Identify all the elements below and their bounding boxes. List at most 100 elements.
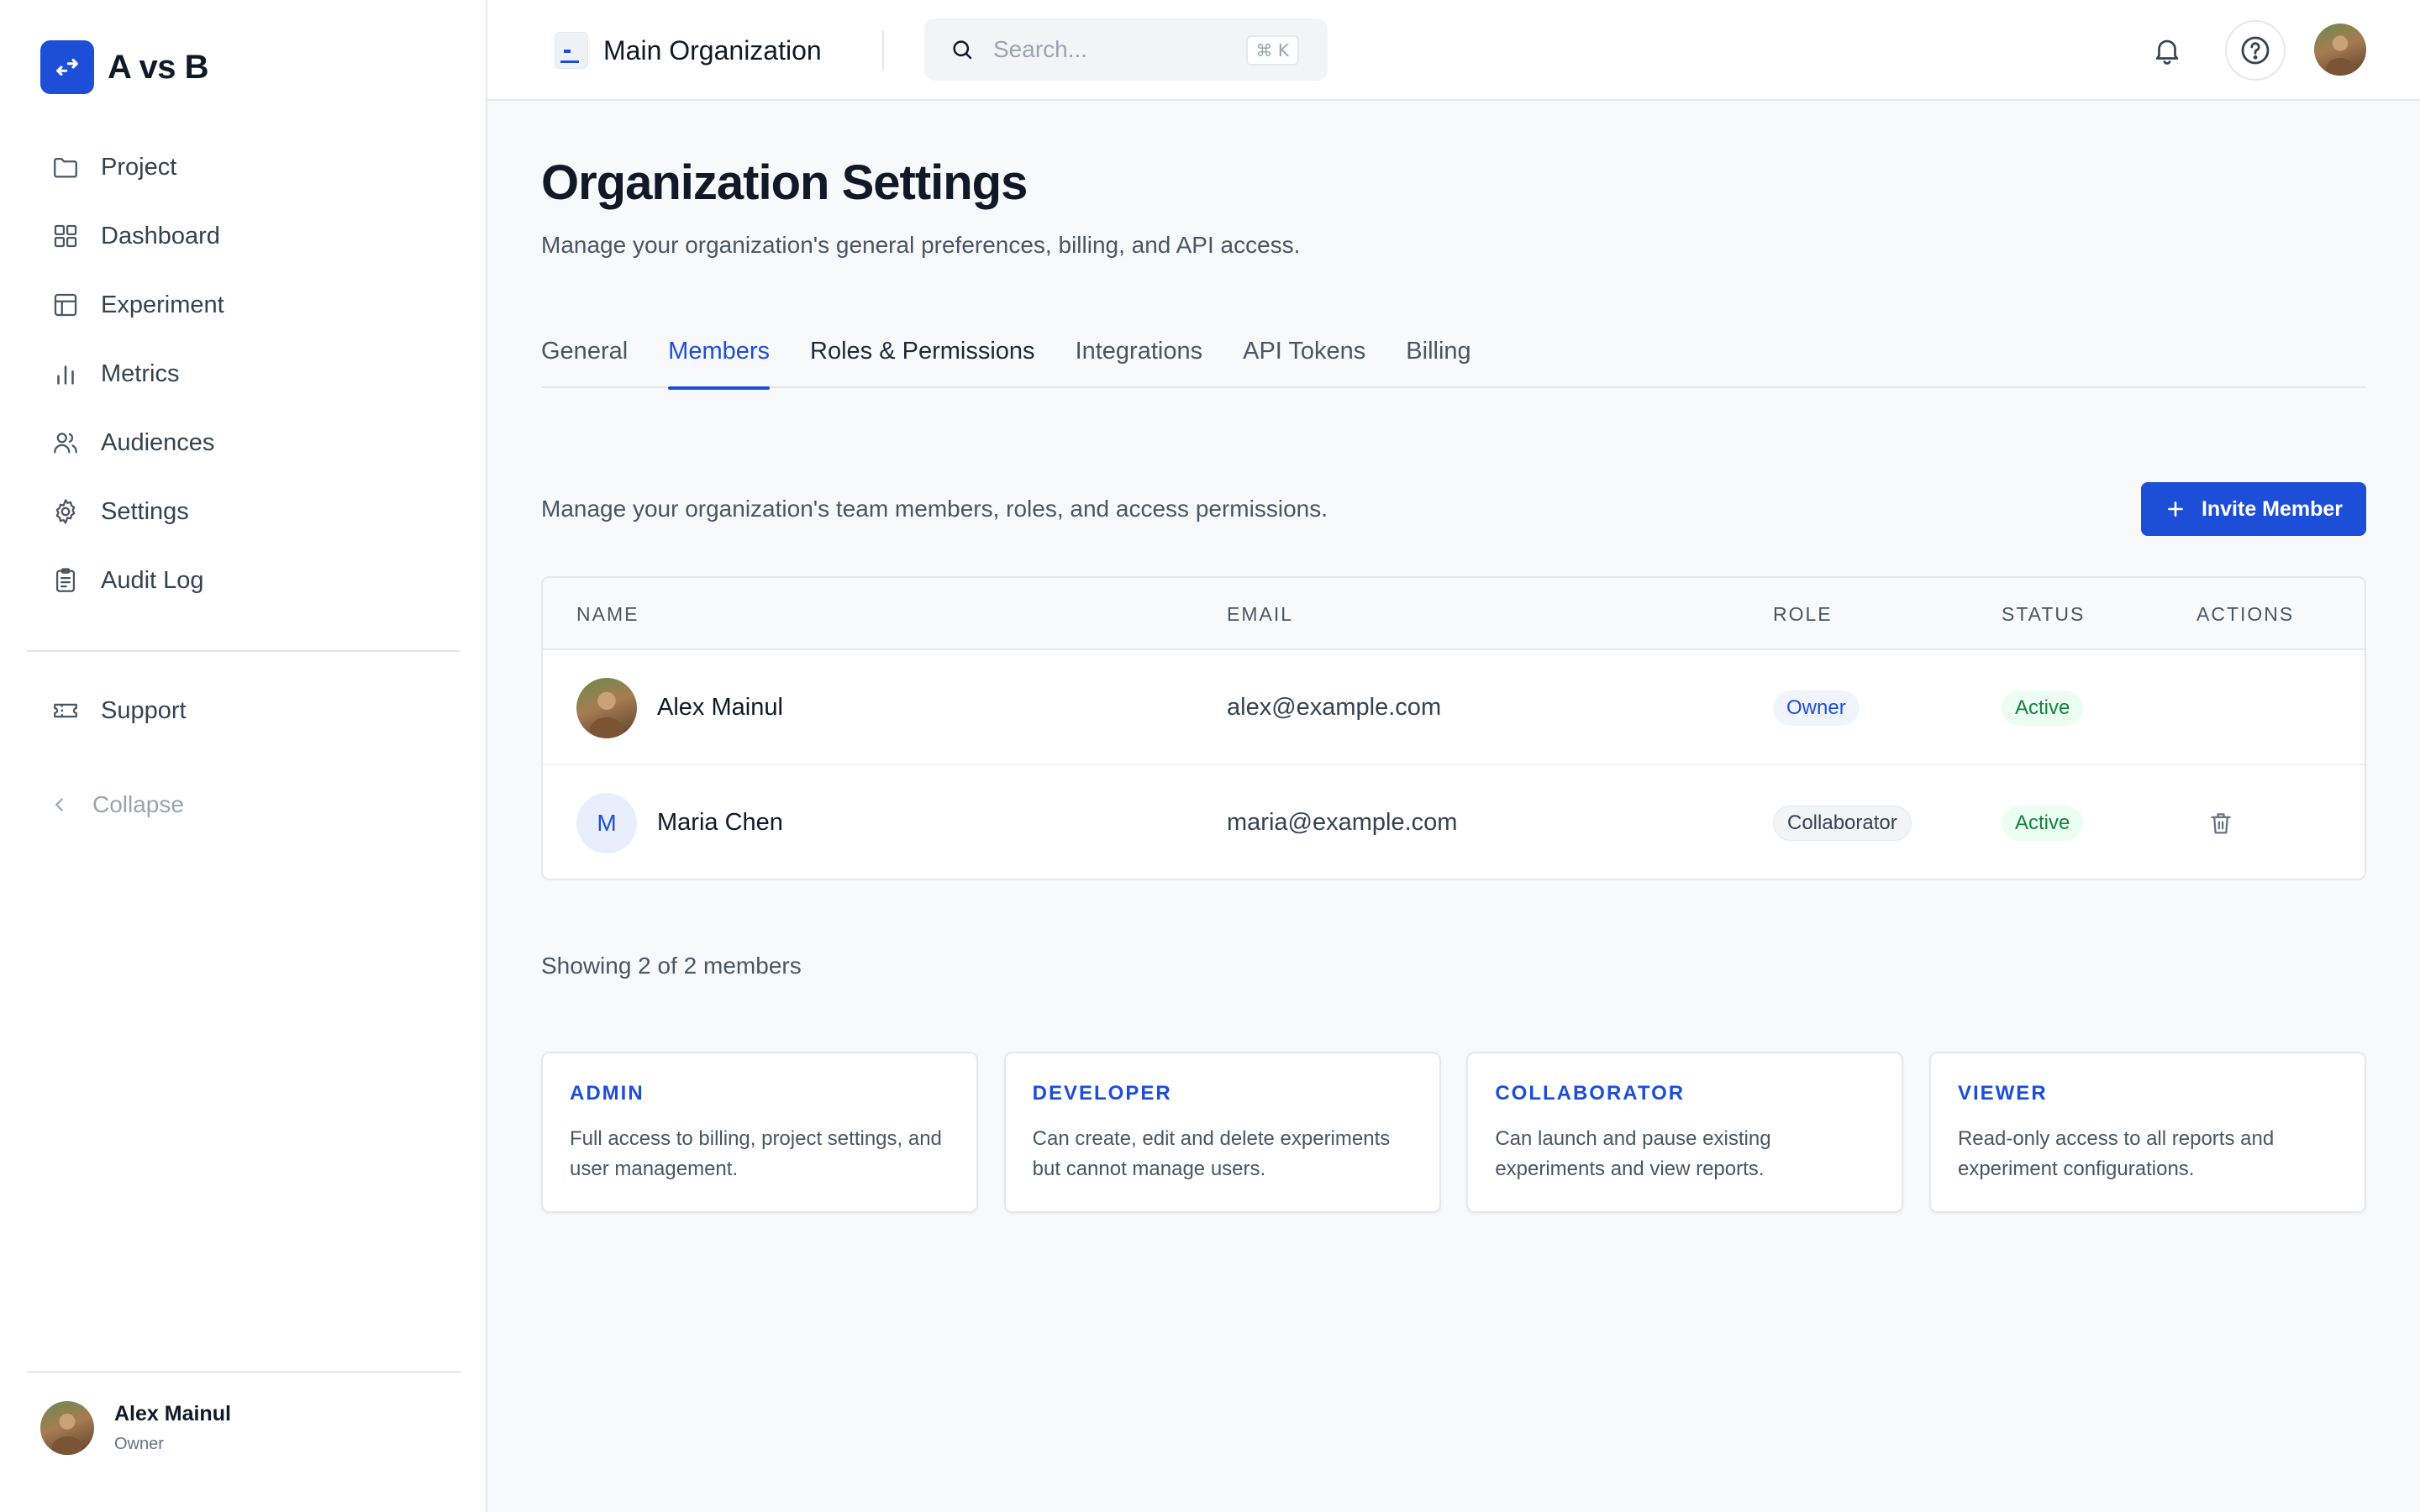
tab-members[interactable]: Members (668, 328, 770, 390)
sidebar-item-label: Support (101, 696, 187, 724)
avatar (40, 1401, 94, 1455)
page-title: Organization Settings (541, 155, 1028, 210)
sidebar-item-label: Project (101, 153, 177, 181)
sidebar-item-dashboard[interactable]: Dashboard (27, 202, 460, 270)
tab-integrations[interactable]: Integrations (1076, 328, 1203, 388)
role-title: DEVELOPER (1032, 1082, 1172, 1105)
role-badge: Owner (1773, 690, 1860, 726)
plus-icon (2168, 501, 2183, 517)
sidebar-divider (27, 1371, 460, 1373)
table-icon (49, 288, 82, 322)
column-header-email: EMAIL (1227, 603, 1294, 625)
brand[interactable]: A vs B (40, 40, 209, 94)
sidebar-item-label: Experiment (101, 291, 224, 318)
user-name: Alex Mainul (114, 1402, 231, 1425)
search-input[interactable] (993, 36, 1237, 63)
help-icon (2241, 36, 2270, 65)
ticket-icon (49, 694, 82, 727)
invite-member-label: Invite Member (2201, 496, 2344, 521)
trash-icon[interactable] (2207, 809, 2235, 837)
sidebar-item-settings[interactable]: Settings (27, 477, 460, 546)
avatar[interactable] (2314, 24, 2366, 76)
email-cell: alex@example.com (1227, 650, 1441, 765)
column-header-actions: ACTIONS (2196, 603, 2295, 625)
bar-chart-icon (49, 357, 82, 391)
sidebar-item-label: Settings (101, 497, 189, 525)
column-header-name: NAME (576, 603, 639, 625)
role-card-viewer: VIEWER Read-only access to all reports a… (1928, 1052, 2366, 1213)
users-icon (49, 426, 82, 459)
sidebar-item-audit-log[interactable]: Audit Log (27, 546, 460, 615)
avatar (576, 677, 637, 738)
sidebar-support: Support (27, 676, 460, 745)
role-description: Read-only access to all reports and expe… (1957, 1127, 2275, 1180)
actions-cell (2207, 765, 2235, 879)
search-icon (953, 40, 972, 60)
member-name: Alex Mainul (657, 694, 783, 721)
search-box: ⌘ K (924, 18, 1328, 81)
table-row: M Maria Chen maria@example.com Collabora… (543, 765, 2365, 879)
settings-tabs: General Members Roles & Permissions Inte… (541, 328, 2366, 390)
sidebar-item-label: Dashboard (101, 222, 220, 249)
members-description: Manage your organization's team members,… (541, 496, 1328, 522)
members-table: NAME EMAIL ROLE STATUS ACTIONS Alex Main… (541, 576, 2366, 880)
status-cell: Active (2002, 765, 2084, 879)
role-cell: Collaborator (1773, 765, 1912, 879)
org-name: Main Organization (603, 34, 822, 66)
role-badge: Collaborator (1773, 805, 1912, 841)
member-email: maria@example.com (1227, 809, 1458, 836)
bell-icon (2155, 39, 2179, 65)
org-switcher[interactable]: Main Organization (555, 32, 822, 69)
role-card-admin: ADMIN Full access to billing, project se… (541, 1052, 978, 1213)
org-icon (555, 32, 588, 69)
help-button[interactable] (2225, 20, 2286, 81)
app: A vs B Project Dashboard Experiment Metr… (0, 0, 2420, 1512)
tab-roles-permissions[interactable]: Roles & Permissions (810, 328, 1035, 388)
role-description: Can create, edit and delete experiments … (1032, 1127, 1391, 1180)
sidebar-item-audiences[interactable]: Audiences (27, 408, 460, 477)
sidebar-item-metrics[interactable]: Metrics (27, 339, 460, 408)
topbar: Main Organization ⌘ K (487, 0, 2420, 101)
status-badge: Active (2002, 690, 2084, 726)
collapse-button[interactable]: Collapse (49, 791, 184, 818)
sidebar: A vs B Project Dashboard Experiment Metr… (0, 0, 487, 1512)
member-name: Maria Chen (657, 809, 783, 836)
chevron-left-icon (55, 798, 63, 811)
tab-api-tokens[interactable]: API Tokens (1243, 328, 1365, 388)
topbar-divider (882, 30, 884, 71)
column-header-status: STATUS (2002, 603, 2086, 625)
sidebar-nav: Project Dashboard Experiment Metrics Aud… (27, 133, 460, 615)
role-card-developer: DEVELOPER Can create, edit and delete ex… (1003, 1052, 1441, 1213)
brand-name: A vs B (108, 48, 209, 86)
collapse-label: Collapse (92, 791, 184, 817)
invite-member-button[interactable]: Invite Member (2141, 482, 2366, 536)
clipboard-icon (49, 564, 82, 597)
sidebar-user[interactable]: Alex Mainul Owner (40, 1401, 231, 1455)
sidebar-item-label: Audiences (101, 428, 215, 456)
member-cell: M Maria Chen (576, 765, 783, 879)
notifications-button[interactable] (2149, 32, 2186, 69)
table-header: NAME EMAIL ROLE STATUS ACTIONS (543, 578, 2365, 650)
folder-icon (49, 150, 82, 184)
sidebar-item-experiment[interactable]: Experiment (27, 270, 460, 339)
member-email: alex@example.com (1227, 694, 1442, 721)
role-title: VIEWER (1957, 1082, 2048, 1105)
sidebar-divider (27, 650, 460, 652)
tab-billing[interactable]: Billing (1406, 328, 1470, 388)
grid-icon (49, 219, 82, 253)
members-count: Showing 2 of 2 members (541, 953, 802, 979)
sidebar-item-label: Metrics (101, 360, 180, 387)
sidebar-item-support[interactable]: Support (27, 676, 460, 745)
tab-general[interactable]: General (541, 328, 628, 388)
role-description: Full access to billing, project settings… (570, 1127, 942, 1180)
sidebar-item-label: Audit Log (101, 566, 204, 594)
sidebar-item-project[interactable]: Project (27, 133, 460, 202)
role-card-collaborator: COLLABORATOR Can launch and pause existi… (1466, 1052, 1904, 1213)
search-shortcut: ⌘ K (1245, 35, 1299, 66)
status-cell: Active (2002, 650, 2084, 765)
role-cell: Owner (1773, 650, 1860, 765)
column-header-role: ROLE (1773, 603, 1833, 625)
role-title: ADMIN (570, 1082, 644, 1105)
member-cell: Alex Mainul (576, 650, 783, 765)
role-cards: ADMIN Full access to billing, project se… (541, 1052, 2366, 1213)
